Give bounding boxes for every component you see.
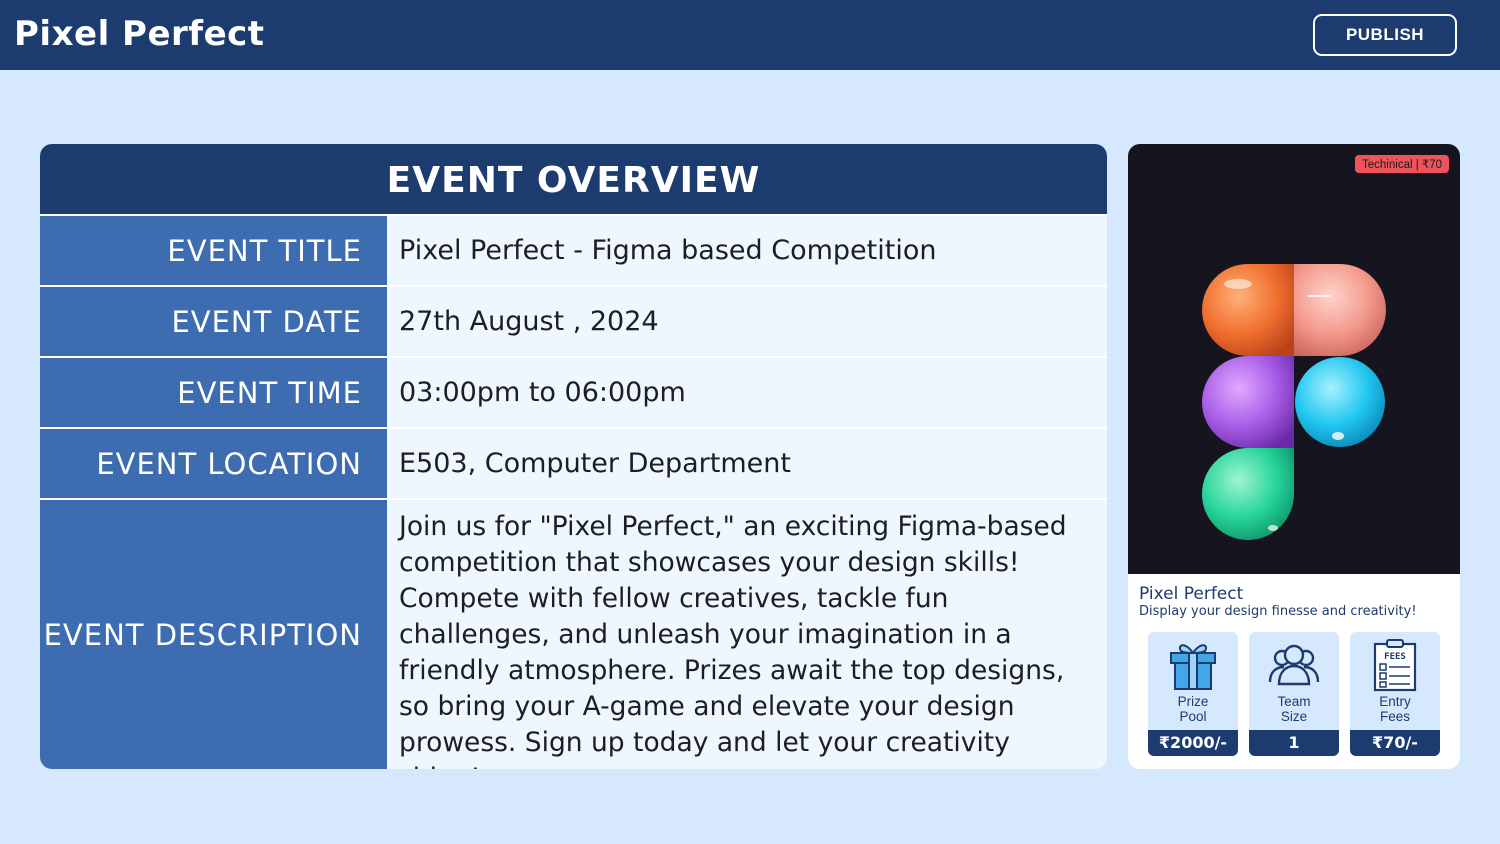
publish-button[interactable]: PUBLISH (1313, 14, 1457, 56)
prize-pool-stat: Prize Pool ₹2000/- (1148, 632, 1238, 756)
event-description-label: EVENT DESCRIPTION (40, 500, 387, 769)
row-event-time: EVENT TIME 03:00pm to 06:00pm (40, 358, 1107, 427)
event-time-value: 03:00pm to 06:00pm (387, 358, 1107, 427)
entry-fees-label: Entry Fees (1379, 694, 1411, 724)
event-overview-panel: EVENT OVERVIEW EVENT TITLE Pixel Perfect… (40, 144, 1107, 769)
event-date-value: 27th August , 2024 (387, 287, 1107, 356)
team-icon (1268, 644, 1320, 686)
category-fee-tag: Techinical | ₹70 (1355, 155, 1449, 173)
event-time-label: EVENT TIME (40, 358, 387, 427)
event-overview-heading: EVENT OVERVIEW (40, 144, 1107, 214)
fees-clipboard-icon: FEES (1373, 639, 1417, 692)
row-event-location: EVENT LOCATION E503, Computer Department (40, 429, 1107, 498)
team-size-stat: Team Size 1 (1249, 632, 1339, 756)
prize-pool-value: ₹2000/- (1148, 730, 1238, 756)
fees-icon-text: FEES (1384, 652, 1406, 662)
prize-pool-label: Prize Pool (1177, 694, 1209, 724)
entry-fees-stat: FEES Entry Fees ₹70/- (1350, 632, 1440, 756)
row-event-description: EVENT DESCRIPTION Join us for "Pixel Per… (40, 500, 1107, 769)
event-title-value: Pixel Perfect - Figma based Competition (387, 216, 1107, 285)
team-size-value: 1 (1249, 730, 1339, 756)
event-title-label: EVENT TITLE (40, 216, 387, 285)
row-event-date: EVENT DATE 27th August , 2024 (40, 287, 1107, 356)
event-date-label: EVENT DATE (40, 287, 387, 356)
gift-icon (1170, 644, 1216, 690)
event-card-image: Techinical | ₹70 (1128, 144, 1460, 574)
event-location-label: EVENT LOCATION (40, 429, 387, 498)
entry-fees-value: ₹70/- (1350, 730, 1440, 756)
top-bar: Pixel Perfect PUBLISH (0, 0, 1500, 70)
event-location-value: E503, Computer Department (387, 429, 1107, 498)
event-description-value: Join us for "Pixel Perfect," an exciting… (387, 500, 1107, 769)
app-title: Pixel Perfect (14, 14, 265, 54)
card-title: Pixel Perfect (1139, 584, 1244, 604)
card-subtitle: Display your design finesse and creativi… (1139, 604, 1417, 619)
row-event-title: EVENT TITLE Pixel Perfect - Figma based … (40, 216, 1107, 285)
event-card[interactable]: Techinical | ₹70 Pixel Perfect Display y… (1128, 144, 1460, 769)
team-size-label: Team Size (1277, 694, 1311, 724)
figma-logo-icon (1202, 264, 1386, 540)
